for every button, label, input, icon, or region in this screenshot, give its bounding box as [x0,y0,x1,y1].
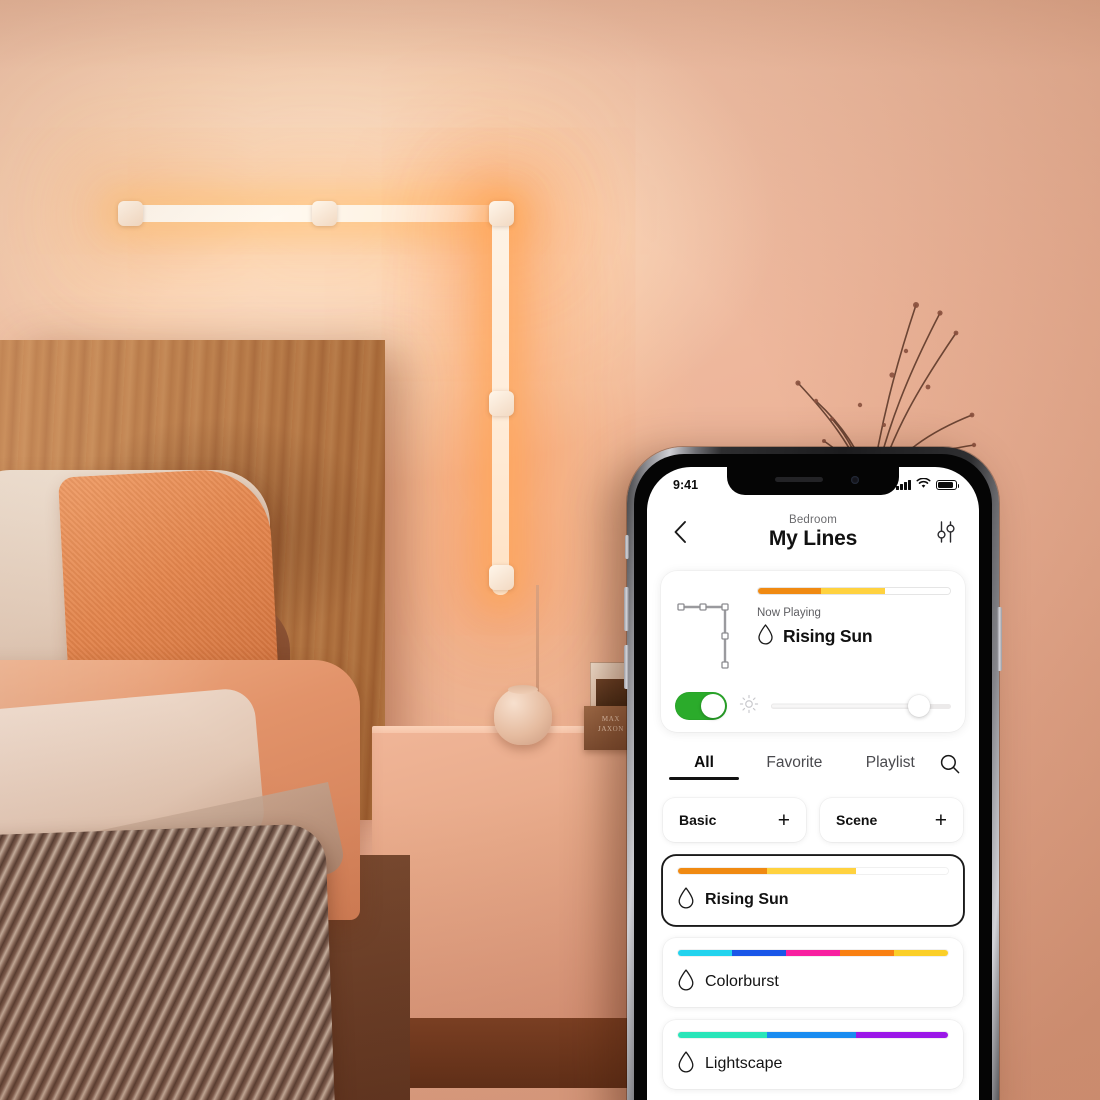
mute-switch-button[interactable] [625,535,629,559]
plus-icon[interactable]: + [778,810,790,831]
scene-name: Lightscape [705,1055,783,1072]
light-connector [312,201,337,226]
brightness-sun-icon [739,694,759,719]
scene-card[interactable]: Lightscape [663,1020,963,1089]
chip-label: Scene [836,812,878,828]
chevron-left-icon [674,521,686,543]
tab-favorite[interactable]: Favorite [745,748,844,780]
basic-chip[interactable]: Basic + [663,798,806,842]
slider-knob[interactable] [907,695,930,717]
phone-screen: 9:41 Bedroom My Lines Now Playing Rising… [647,467,979,1100]
droplet-icon [677,968,695,996]
front-camera-icon [851,476,859,484]
search-button[interactable] [937,750,963,778]
scene-chip[interactable]: Scene + [820,798,963,842]
scene-gradient-bar [677,867,949,875]
phone-bezel: 9:41 Bedroom My Lines Now Playing Rising… [634,454,992,1100]
now-playing-scene-name: Rising Sun [783,626,873,646]
scene-row: Lightscape [677,1050,949,1078]
now-playing-label: Now Playing [757,607,821,619]
light-connector [489,201,514,226]
tab-all[interactable]: All [663,748,745,780]
battery-icon [936,479,960,491]
gradient-segment [678,868,768,874]
gradient-segment [856,868,948,874]
volume-up-button[interactable] [624,587,629,631]
now-playing-gradient-bar [757,587,951,595]
gradient-segment [821,588,885,594]
earpiece-speaker-icon [775,477,823,482]
gradient-segment [767,1032,857,1038]
gradient-segment [767,868,857,874]
volume-down-button[interactable] [624,645,629,689]
brightness-slider[interactable] [771,695,951,717]
scene-gradient-bar [677,949,949,957]
scene-name: Colorburst [705,973,779,990]
settings-button[interactable] [929,515,963,549]
gradient-segment [678,950,732,956]
light-connector [489,391,514,416]
tab-playlist[interactable]: Playlist [844,748,937,780]
display-notch [727,467,899,495]
power-button[interactable] [997,607,1002,671]
toggle-knob [701,694,725,718]
gradient-segment [884,588,950,594]
droplet-icon [677,1050,695,1078]
back-button[interactable] [663,515,697,549]
gradient-segment [856,1032,948,1038]
gradient-segment [732,950,786,956]
status-time: 9:41 [673,478,699,492]
search-icon [940,754,960,774]
power-toggle[interactable] [675,692,727,720]
droplet-icon [757,623,774,650]
slider-fill [771,703,919,709]
scene-row: Rising Sun [677,886,949,914]
droplet-icon [677,886,695,914]
scene-card[interactable]: Rising Sun [663,856,963,925]
scene-list: Rising Sun Colorburst Lightscape [663,856,963,1089]
light-line-layout-icon [673,585,747,678]
gradient-segment [758,588,822,594]
plus-icon[interactable]: + [935,810,947,831]
scene-row: Colorburst [677,968,949,996]
knitted-blanket [0,823,335,1100]
scene-name: Rising Sun [705,891,789,908]
sliders-icon [937,521,955,543]
scene-card[interactable]: Colorburst [663,938,963,1007]
category-chips: Basic + Scene + [663,798,963,842]
ceiling-shadow [0,0,1100,70]
nav-header: Bedroom My Lines [647,501,979,563]
tab-bar: All Favorite Playlist [663,748,963,782]
gradient-segment [678,1032,768,1038]
round-speaker [494,685,552,745]
light-connector [118,201,143,226]
now-playing-card[interactable]: Now Playing Rising Sun [661,571,965,732]
gradient-segment [786,950,840,956]
chip-label: Basic [679,812,717,828]
scene-gradient-bar [677,1031,949,1039]
light-connector [489,565,514,590]
gradient-segment [840,950,894,956]
gradient-segment [894,950,948,956]
smartphone-device: 9:41 Bedroom My Lines Now Playing Rising… [624,447,1002,1100]
wifi-icon [916,477,931,492]
